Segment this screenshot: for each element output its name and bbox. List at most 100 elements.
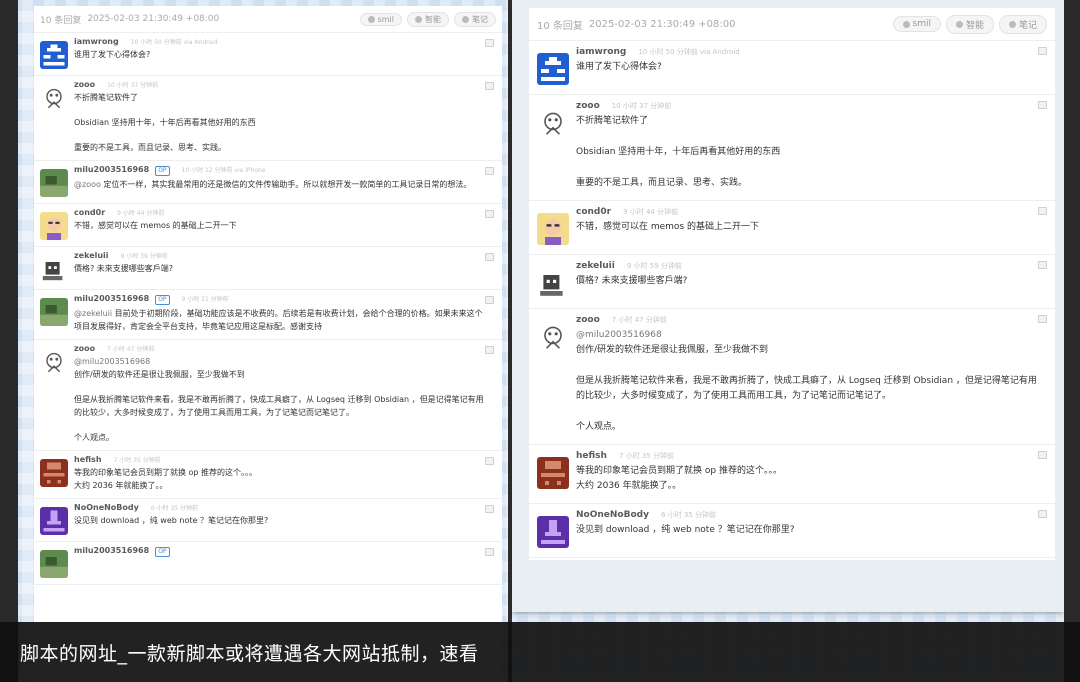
reply-body: zekeluii 9 小时 39 分钟前 價格? 未來支援哪些客戶端?	[74, 251, 502, 283]
username-link[interactable]: cond0r	[74, 208, 105, 217]
reply-time: 9 小时 39 分钟前	[120, 253, 168, 260]
reply-item: zekeluii 9 小时 59 分钟前 價格? 未來支援哪些客戶端?	[529, 255, 1055, 309]
mention-link[interactable]: @milu2003516968	[576, 330, 662, 340]
tag-zhineng[interactable]: 智能	[945, 14, 994, 34]
reply-icon[interactable]	[485, 253, 494, 261]
avatar[interactable]	[40, 255, 68, 283]
username-link[interactable]: zooo	[74, 80, 95, 89]
reply-line: Obsidian 坚持用十年，十年后再看其他好用的东西	[74, 118, 256, 127]
reply-header: 10 条回复 2025-02-03 21:30:49 +08:00 smil 智…	[529, 8, 1055, 41]
avatar[interactable]	[40, 169, 68, 197]
mention-link[interactable]: @milu2003516968	[74, 357, 150, 366]
tag-zhineng[interactable]: 智能	[407, 11, 449, 27]
reply-icon[interactable]	[485, 505, 494, 513]
reply-body: zooo 7 小时 47 分钟前 @milu2003516968 创作/研发的软件还是…	[74, 344, 502, 444]
reply-meta: iamwrong 10 小时 50 分钟前 via Android	[576, 47, 1041, 57]
reply-body: iamwrong 10 小时 50 分钟前 via Android 谁用了发下心得体…	[74, 37, 502, 69]
username-link[interactable]: cond0r	[576, 207, 611, 217]
mention-link[interactable]: @zooo	[74, 180, 101, 189]
reply-icon[interactable]	[1038, 451, 1047, 459]
reply-icon[interactable]	[485, 39, 494, 47]
username-link[interactable]: zekeluii	[576, 261, 615, 271]
tag-biji[interactable]: 笔记	[998, 14, 1047, 34]
reply-item: hefish 7 小时 35 分钟前 等我的印象笔记会员到期了就换 op 推荐的这个…	[34, 451, 502, 499]
reply-meta: NoOneNoBody 6 小时 35 分钟前	[576, 510, 1041, 520]
avatar[interactable]	[537, 516, 569, 548]
avatar[interactable]	[40, 348, 68, 376]
reply-icon[interactable]	[1038, 207, 1047, 215]
avatar[interactable]	[537, 213, 569, 245]
reply-icon[interactable]	[485, 210, 494, 218]
username-link[interactable]: zooo	[74, 344, 95, 353]
avatar[interactable]	[537, 53, 569, 85]
reply-time: 10 小时 50 分钟前 via Android	[638, 48, 740, 56]
username-link[interactable]: zooo	[576, 101, 600, 111]
username-link[interactable]: iamwrong	[576, 47, 626, 57]
avatar[interactable]	[537, 321, 569, 353]
avatar[interactable]	[537, 267, 569, 299]
tag-icon	[415, 15, 422, 23]
username-link[interactable]: milu2003516968	[74, 546, 149, 555]
reply-line: 等我的印象笔记会员到期了就换 op 推荐的这个。。。	[576, 466, 782, 476]
reply-line: @milu2003516968	[74, 355, 488, 368]
reply-line: 没见到 download ，纯 web note ？笔记记在你那里?	[74, 516, 269, 525]
avatar[interactable]	[40, 298, 68, 326]
reply-icon[interactable]	[1038, 315, 1047, 323]
reply-line: 不折腾笔记软件了	[74, 93, 138, 102]
reply-content: 等我的印象笔记会员到期了就换 op 推荐的这个。。。 大约 2036 年就能换了。…	[576, 464, 1041, 494]
reply-meta: milu2003516968 OP 10 小时 12 分钟前 via iPhone	[74, 165, 488, 176]
avatar[interactable]	[40, 550, 68, 578]
reply-body: zooo 7 小时 47 分钟前 @milu2003516968 创作/研发的软件还是…	[576, 315, 1055, 435]
reply-item: cond0r 9 小时 44 分钟前 不错，感觉可以在 memos 的基础上二开一下	[34, 204, 502, 247]
username-link[interactable]: zooo	[576, 315, 600, 325]
reply-icon[interactable]	[1038, 101, 1047, 109]
reply-line: 不折腾笔记软件了	[576, 116, 649, 126]
reply-meta: NoOneNoBody 6 小时 35 分钟前	[74, 503, 488, 512]
reply-content: @milu2003516968 创作/研发的软件还是很让我佩服，至少我做不到 但是从…	[576, 328, 1041, 435]
reply-line: 不错，感觉可以在 memos 的基础上二开一下	[74, 221, 237, 230]
reply-icon[interactable]	[1038, 47, 1047, 55]
reply-item: milu2003516968 OP 9 小时 21 分钟前 @zekeluii 目前处…	[34, 290, 502, 340]
username-link[interactable]: zekeluii	[74, 251, 109, 260]
reply-content: 没见到 download ，纯 web note ？笔记记在你那里?	[576, 523, 1041, 538]
avatar[interactable]	[537, 107, 569, 139]
tag-smil[interactable]: smil	[892, 16, 941, 32]
reply-icon[interactable]	[485, 82, 494, 90]
username-link[interactable]: NoOneNoBody	[74, 503, 139, 512]
reply-icon[interactable]	[485, 548, 494, 556]
username-link[interactable]: milu2003516968	[74, 165, 149, 174]
avatar[interactable]	[40, 84, 68, 112]
tag-icon	[902, 20, 910, 28]
reply-item: hefish 7 小时 35 分钟前 等我的印象笔记会员到期了就换 op 推荐的这个…	[529, 445, 1055, 504]
tag-smil[interactable]: smil	[359, 12, 402, 26]
reply-icon[interactable]	[485, 296, 494, 304]
username-link[interactable]: hefish	[74, 455, 102, 464]
reply-icon[interactable]	[485, 167, 494, 175]
username-link[interactable]: NoOneNoBody	[576, 510, 649, 520]
left-reply-panel: 10 条回复 2025-02-03 21:30:49 +08:00 smil 智…	[34, 6, 502, 682]
reply-line: @zooo 定位不一样，其实我最常用的还是微信的文件传输助手。所以就想开发一款简…	[74, 180, 472, 189]
username-link[interactable]: iamwrong	[74, 37, 119, 46]
reply-time: 9 小时 59 分钟前	[626, 262, 682, 270]
avatar[interactable]	[40, 459, 68, 487]
reply-icon[interactable]	[485, 457, 494, 465]
reply-icon[interactable]	[1038, 261, 1047, 269]
reply-icon[interactable]	[1038, 510, 1047, 518]
avatar[interactable]	[537, 457, 569, 489]
avatar[interactable]	[40, 212, 68, 240]
avatar[interactable]	[40, 507, 68, 535]
reply-meta: hefish 7 小时 35 分钟前	[576, 451, 1041, 461]
tag-biji[interactable]: 笔记	[454, 11, 496, 27]
avatar[interactable]	[40, 41, 68, 69]
reply-meta: zooo 7 小时 47 分钟前	[576, 315, 1041, 325]
right-reply-panel: 10 条回复 2025-02-03 21:30:49 +08:00 smil 智…	[529, 8, 1055, 560]
mention-link[interactable]: @zekeluii	[74, 309, 112, 318]
reply-item: zooo 10 小时 37 分钟前 不折腾笔记软件了 Obsidian 坚持用十年，十…	[34, 76, 502, 161]
reply-meta: zooo 7 小时 47 分钟前	[74, 344, 488, 353]
reply-meta: cond0r 9 小时 44 分钟前	[74, 208, 488, 217]
reply-icon[interactable]	[485, 346, 494, 354]
tag-icon	[955, 20, 963, 28]
username-link[interactable]: hefish	[576, 451, 607, 461]
post-date: 2025-02-03 21:30:49 +08:00	[87, 14, 220, 24]
username-link[interactable]: milu2003516968	[74, 294, 149, 303]
